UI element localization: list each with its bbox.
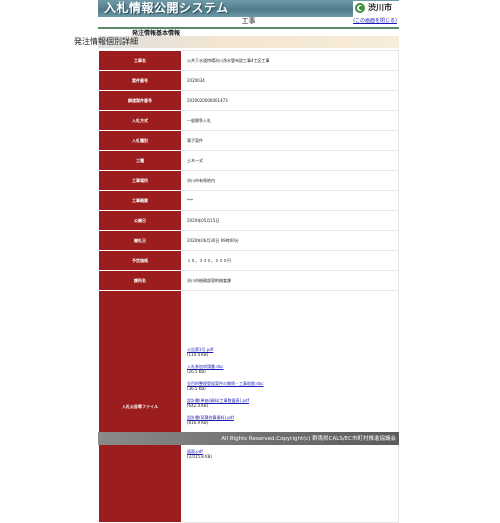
file-item: 設計書(見積合算資料).pdf (816.9 KB) xyxy=(187,415,398,425)
close-window-link[interactable]: (この画面を閉じる) xyxy=(353,18,397,25)
section-row: 工事 (この画面を閉じる) xyxy=(98,17,399,26)
file-item: 設計書(単価)資料(工事数量表).pdf (642.4 KB) xyxy=(187,398,398,408)
page: 入札情報公開システム 渋川市 工事 (この画面を閉じる) 発注情報基本情報 発注… xyxy=(74,0,399,523)
file-size: (110.4 KB) xyxy=(187,352,209,357)
row-key: 調達案件番号 xyxy=(98,90,182,111)
row-key: 予定価格 xyxy=(98,250,182,271)
row-key: 開札日 xyxy=(98,230,182,251)
table-row: 課所名 渋川市総務部契約検査課 xyxy=(98,270,399,291)
file-item: 図面.pdf (3,015.8 KB) xyxy=(187,449,398,459)
row-value: 一般競争入札 xyxy=(181,110,399,131)
detail-title-text: 発注情報個別詳細 xyxy=(74,37,138,46)
basic-info-label: 発注情報基本情報 xyxy=(132,30,181,37)
row-key: 公開日 xyxy=(98,210,182,231)
table-row: 工事名 公共下水道特環渋川浄水管布設工事4工区工事 xyxy=(98,50,399,71)
file-item: 公告第1号.pdf (110.4 KB) xyxy=(187,347,398,357)
table-row: 入札方式 一般競争入札 xyxy=(98,110,399,131)
row-key: 工事場所 xyxy=(98,170,182,191)
file-list: 公告第1号.pdf (110.4 KB) 入札参加申請書.doc (26.5 KB) 全… xyxy=(181,290,399,523)
footer: All Rights Reserved,Copyright(c) 群馬県CALS… xyxy=(98,432,399,445)
row-value: 渋川市総務部契約検査課 xyxy=(181,270,399,291)
file-size: (642.4 KB) xyxy=(187,403,209,408)
row-key: 工種 xyxy=(98,150,182,171)
system-title: 入札情報公開システム xyxy=(104,1,229,15)
table-row: 工事概要 *** xyxy=(98,190,399,211)
file-item: 入札参加申請書.doc (26.5 KB) xyxy=(187,364,398,374)
row-value: 渋川市有馬地内 xyxy=(181,170,399,191)
file-size: (3,015.8 KB) xyxy=(187,454,213,459)
row-key: 入札種別 xyxy=(98,130,182,151)
row-value: 2020020000001473 xyxy=(181,90,399,111)
table-row-files: 入札公告等ファイル 公告第1号.pdf (110.4 KB) 入札参加申請書.doc(… xyxy=(98,290,399,523)
row-value: 公共下水道特環渋川浄水管布設工事4工区工事 xyxy=(181,50,399,71)
row-key: 入札公告等ファイル xyxy=(98,290,182,523)
file-size: (816.9 KB) xyxy=(187,420,209,425)
row-key: 案件番号 xyxy=(98,70,182,91)
detail-table: 工事名 公共下水道特環渋川浄水管布設工事4工区工事 案件番号 2020034 調達案件番… xyxy=(98,50,399,523)
file-size: (26.5 KB) xyxy=(187,369,206,374)
file-size: (36.5 KB) xyxy=(187,386,206,391)
close-window-link-text[interactable]: この画面を閉じる xyxy=(355,18,395,24)
row-key: 工事名 xyxy=(98,50,182,71)
copyright-text: All Rights Reserved,Copyright(c) 群馬県CALS… xyxy=(221,436,396,442)
table-row: 入札種別 電子案件 xyxy=(98,130,399,151)
table-row: 開札日 2020年06月30日 09時00分 xyxy=(98,230,399,251)
table-row: 工種 土木一式 xyxy=(98,150,399,171)
city-name: 渋川市 xyxy=(368,3,392,12)
file-item: 全目的整理登録案件の質問・工事前期.doc (36.5 KB) xyxy=(187,381,398,391)
row-key: 課所名 xyxy=(98,270,182,291)
row-key: 入札方式 xyxy=(98,110,182,131)
divider xyxy=(98,27,399,29)
row-value: *** xyxy=(181,190,399,211)
row-value: 2020034 xyxy=(181,70,399,91)
row-value: １５，３４０，０００円 xyxy=(181,250,399,271)
table-row: 案件番号 2020034 xyxy=(98,70,399,91)
row-value: 土木一式 xyxy=(181,150,399,171)
table-row: 公開日 2020年05月15日 xyxy=(98,210,399,231)
city-emblem-icon xyxy=(355,3,365,13)
table-row: 調達案件番号 2020020000001473 xyxy=(98,90,399,111)
row-value: 2020年06月30日 09時00分 xyxy=(181,230,399,251)
header-bar: 入札情報公開システム 渋川市 xyxy=(98,0,399,17)
row-key: 工事概要 xyxy=(98,190,182,211)
row-value: 電子案件 xyxy=(181,130,399,151)
city-logo: 渋川市 xyxy=(353,1,399,17)
table-row: 予定価格 １５，３４０，０００円 xyxy=(98,250,399,271)
table-row: 工事場所 渋川市有馬地内 xyxy=(98,170,399,191)
row-value: 2020年05月15日 xyxy=(181,210,399,231)
